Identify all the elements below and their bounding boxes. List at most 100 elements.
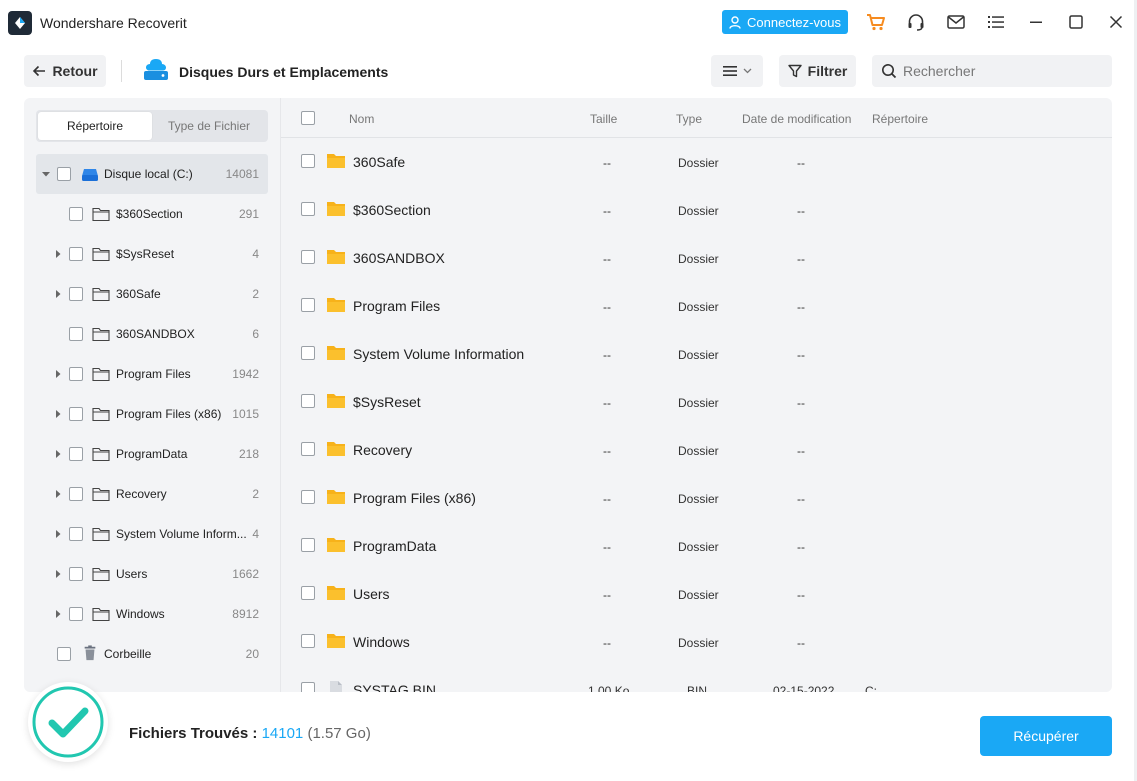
tree-item[interactable]: Windows 8912 [36,594,268,634]
tree-checkbox[interactable] [69,407,83,421]
cart-button[interactable] [865,11,887,33]
row-size: -- [603,348,611,362]
column-header-size[interactable]: Taille [590,112,617,126]
maximize-button[interactable] [1065,11,1087,33]
close-button[interactable] [1105,11,1127,33]
folder-outline-icon [92,447,110,462]
row-checkbox[interactable] [301,394,315,408]
row-checkbox[interactable] [301,202,315,216]
maximize-icon [1069,15,1083,29]
table-row[interactable]: Windows -- Dossier -- [281,618,1112,666]
table-row[interactable]: 360SANDBOX -- Dossier -- [281,234,1112,282]
table-row[interactable]: $SysReset -- Dossier -- [281,378,1112,426]
view-mode-dropdown[interactable] [711,55,763,87]
tree-checkbox[interactable] [69,607,83,621]
caret-right-icon[interactable] [54,570,62,578]
tree-checkbox[interactable] [69,287,83,301]
tree-item[interactable]: ProgramData 218 [36,434,268,474]
caret-right-icon[interactable] [54,290,62,298]
tree-checkbox[interactable] [69,527,83,541]
tab-repertoire[interactable]: Répertoire [38,112,152,140]
tree-checkbox[interactable] [57,167,71,181]
row-name: Program Files [353,298,441,314]
files-found-label: Fichiers Trouvés : [129,725,258,742]
column-header-name[interactable]: Nom [349,112,374,126]
caret-right-icon[interactable] [54,610,62,618]
search-box[interactable] [872,55,1112,87]
select-all-checkbox[interactable] [301,111,315,125]
table-row[interactable]: SYSTAG.BIN 1.00 Ko BIN 02-15-2022 C: [281,666,1112,692]
row-checkbox[interactable] [301,346,315,360]
caret-right-icon[interactable] [54,450,62,458]
back-button[interactable]: Retour [24,55,106,87]
row-checkbox[interactable] [301,538,315,552]
row-checkbox[interactable] [301,634,315,648]
row-size: -- [603,204,611,218]
table-row[interactable]: Users -- Dossier -- [281,570,1112,618]
column-header-type[interactable]: Type [676,112,702,126]
tree-checkbox[interactable] [69,567,83,581]
tree-item[interactable]: Program Files (x86) 1015 [36,394,268,434]
tree-item[interactable]: Recovery 2 [36,474,268,514]
file-icon [330,681,342,692]
tree-item[interactable]: 360SANDBOX 6 [36,314,268,354]
menu-button[interactable] [985,11,1007,33]
tree-item-label: 360SANDBOX [116,327,195,341]
row-checkbox[interactable] [301,298,315,312]
folder-outline-icon [92,207,110,222]
checkmark-icon [32,686,104,758]
tree-item-trash[interactable]: Corbeille 20 [36,634,268,674]
tree-item-label: System Volume Inform... [116,527,247,541]
tree-checkbox[interactable] [69,247,83,261]
tree-item-local-disk[interactable]: Disque local (C:) 14081 [36,154,268,194]
tree-checkbox[interactable] [69,207,83,221]
tree-item[interactable]: $360Section 291 [36,194,268,234]
row-type: Dossier [678,540,719,554]
table-row[interactable]: 360Safe -- Dossier -- [281,138,1112,186]
recover-button[interactable]: Récupérer [980,716,1112,756]
row-checkbox[interactable] [301,154,315,168]
table-row[interactable]: ProgramData -- Dossier -- [281,522,1112,570]
tree-item-label: Program Files [116,367,191,381]
mail-button[interactable] [945,11,967,33]
table-row[interactable]: Program Files -- Dossier -- [281,282,1112,330]
table-row[interactable]: Program Files (x86) -- Dossier -- [281,474,1112,522]
caret-down-icon[interactable] [42,170,50,178]
tab-file-type[interactable]: Type de Fichier [152,112,266,140]
row-type: Dossier [678,492,719,506]
folder-icon [327,442,345,456]
tree-checkbox[interactable] [69,487,83,501]
row-checkbox[interactable] [301,442,315,456]
support-button[interactable] [905,11,927,33]
tree-item[interactable]: System Volume Inform... 4 [36,514,268,554]
caret-right-icon[interactable] [54,530,62,538]
tree-item[interactable]: Program Files 1942 [36,354,268,394]
tree-item[interactable]: $SysReset 4 [36,234,268,274]
row-checkbox[interactable] [301,490,315,504]
tree-item[interactable]: 360Safe 2 [36,274,268,314]
row-checkbox[interactable] [301,250,315,264]
caret-right-icon[interactable] [54,490,62,498]
caret-right-icon[interactable] [54,370,62,378]
table-row[interactable]: Recovery -- Dossier -- [281,426,1112,474]
login-button[interactable]: Connectez-vous [722,10,848,34]
tree-item[interactable]: Users 1662 [36,554,268,594]
caret-right-icon[interactable] [54,410,62,418]
row-name: $SysReset [353,394,421,410]
column-header-directory[interactable]: Répertoire [872,112,928,126]
minimize-button[interactable] [1025,11,1047,33]
row-checkbox[interactable] [301,586,315,600]
column-header-date[interactable]: Date de modification [742,112,851,126]
filter-button[interactable]: Filtrer [779,55,856,87]
search-input[interactable] [903,63,1103,79]
table-row[interactable]: $360Section -- Dossier -- [281,186,1112,234]
table-row[interactable]: System Volume Information -- Dossier -- [281,330,1112,378]
tree-checkbox[interactable] [69,447,83,461]
row-size: -- [603,540,611,554]
caret-right-icon[interactable] [54,250,62,258]
tree-checkbox[interactable] [57,647,71,661]
tree-item-count: 218 [238,447,259,461]
tree-checkbox[interactable] [69,367,83,381]
tree-checkbox[interactable] [69,327,83,341]
row-checkbox[interactable] [301,682,315,692]
